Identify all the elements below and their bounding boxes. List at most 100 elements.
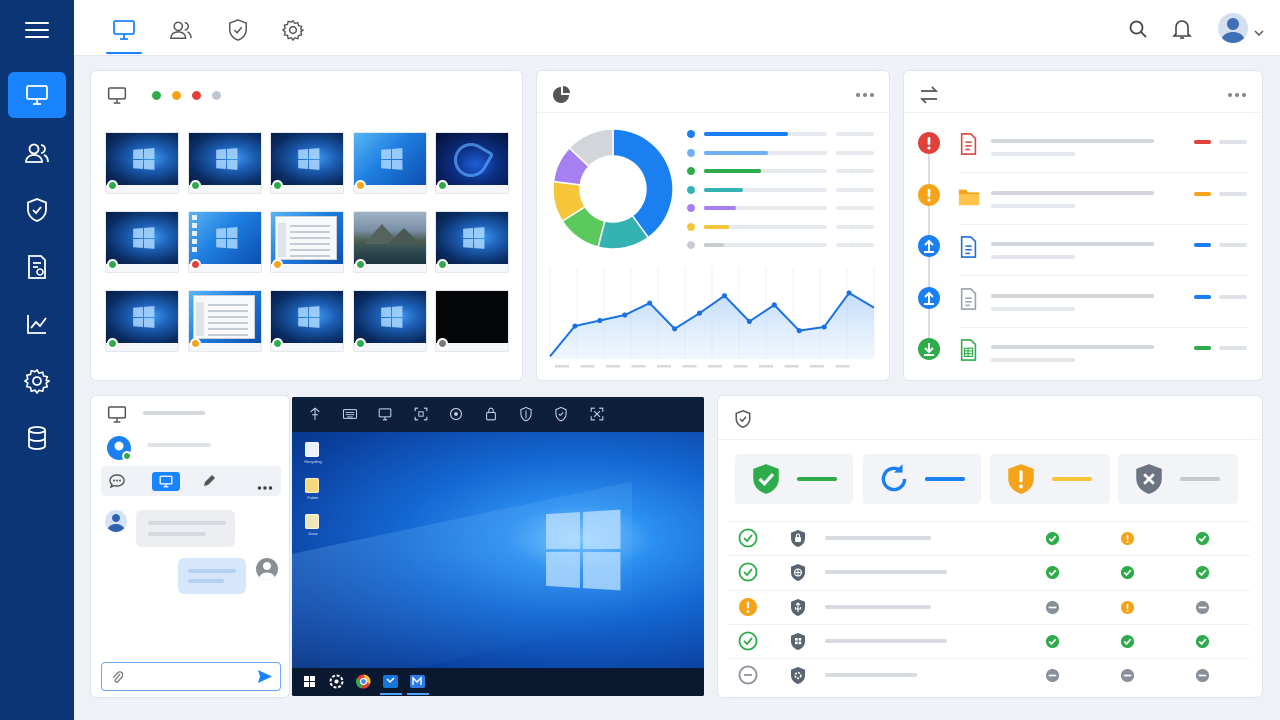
security-stat-card[interactable] <box>1117 454 1238 504</box>
screen-thumbnail[interactable] <box>187 290 262 352</box>
security-row[interactable] <box>718 658 1262 692</box>
file-row <box>290 231 330 233</box>
user-avatar-icon[interactable] <box>1218 13 1248 43</box>
windows-logo <box>133 306 155 328</box>
tab-screen[interactable] <box>152 472 180 491</box>
screen-thumbnail[interactable] <box>105 290 179 352</box>
chat-tab-bar <box>101 466 281 496</box>
chevron-down-icon[interactable] <box>1254 24 1264 37</box>
taskbar-active-indicator <box>380 693 402 695</box>
toolbar-button[interactable] <box>445 403 467 425</box>
taskbar-item[interactable] <box>328 673 346 691</box>
send-icon[interactable] <box>257 669 273 684</box>
screen-thumbnail[interactable] <box>105 132 179 194</box>
sidebar-item-database[interactable] <box>8 415 66 461</box>
security-row[interactable] <box>718 589 1262 624</box>
screen-thumbnail[interactable] <box>270 132 344 194</box>
status-dot-online <box>354 259 366 270</box>
more-horizontal-icon[interactable] <box>1227 92 1247 98</box>
desktop-shortcut-label: Recycling <box>304 459 322 464</box>
transfer-item[interactable] <box>904 232 1262 278</box>
toolbar-button[interactable] <box>410 403 432 425</box>
screen-thumbnail[interactable] <box>105 211 179 273</box>
remote-desktop-viewer[interactable]: Recycling Folder Docs <box>292 397 704 696</box>
toolbar-button[interactable] <box>304 403 326 425</box>
tab-users[interactable] <box>159 8 203 52</box>
sidebar-item-settings[interactable] <box>8 358 66 404</box>
security-row[interactable] <box>718 521 1262 555</box>
screen-thumbnail[interactable] <box>435 132 509 194</box>
screen-thumbnail[interactable] <box>187 211 262 273</box>
remote-desktop-screen[interactable]: Recycling Folder Docs <box>292 432 704 668</box>
data-point[interactable] <box>696 310 703 316</box>
bell-icon[interactable] <box>1172 18 1192 40</box>
screen-thumbnail[interactable] <box>435 290 509 352</box>
toolbar-button[interactable] <box>480 403 502 425</box>
screen-thumbnail[interactable] <box>435 211 509 273</box>
screen-thumbnail[interactable] <box>270 290 344 352</box>
title-placeholder <box>143 411 205 415</box>
sidebar-item-reports[interactable] <box>8 244 66 290</box>
tick-label-placeholder <box>784 365 799 368</box>
data-point[interactable] <box>622 312 628 318</box>
transfer-item[interactable] <box>904 335 1262 380</box>
search-icon[interactable] <box>1128 19 1148 39</box>
data-point[interactable] <box>846 290 852 296</box>
screen-thumbnail[interactable] <box>270 211 344 273</box>
taskbar-item[interactable] <box>355 673 373 691</box>
toolbar-button[interactable] <box>339 403 361 425</box>
security-row[interactable] <box>718 555 1262 589</box>
screen-thumbnail[interactable] <box>352 290 427 352</box>
taskbar-item[interactable] <box>380 673 402 695</box>
desktop-shortcut[interactable]: Folder <box>302 478 324 512</box>
message-input[interactable] <box>101 662 281 691</box>
recycle-bin-icon <box>305 442 319 457</box>
security-row[interactable] <box>718 623 1262 658</box>
transfer-item[interactable] <box>904 181 1262 227</box>
data-point[interactable] <box>721 293 728 299</box>
windows-logo <box>463 227 485 249</box>
data-point[interactable] <box>647 300 653 306</box>
sidebar-item-security[interactable] <box>8 187 66 233</box>
desktop-icon <box>191 231 197 236</box>
transfer-item[interactable] <box>904 284 1262 330</box>
desktop-shortcut[interactable]: Docs <box>302 514 324 548</box>
data-point[interactable] <box>796 328 802 334</box>
sidebar-item-users[interactable] <box>8 130 66 176</box>
status-dot-neutral <box>212 91 221 100</box>
data-point[interactable] <box>572 323 578 329</box>
tab-security[interactable] <box>216 8 260 52</box>
taskbar-item[interactable] <box>301 673 319 691</box>
desktop-shortcut[interactable]: Recycling <box>302 442 324 476</box>
hamburger-menu-icon[interactable] <box>25 20 49 40</box>
transfer-item[interactable] <box>904 129 1262 175</box>
tab-monitoring[interactable] <box>102 8 146 54</box>
tick-label-placeholder <box>631 365 646 368</box>
more-horizontal-icon[interactable] <box>855 92 875 98</box>
sidebar-item-analytics[interactable] <box>8 301 66 347</box>
toolbar-button[interactable] <box>374 403 396 425</box>
status-ok-icon <box>1195 566 1210 580</box>
screen-thumbnail[interactable] <box>352 132 427 194</box>
paperclip-icon[interactable] <box>111 669 123 685</box>
data-point[interactable] <box>746 318 752 325</box>
security-stat-card[interactable] <box>735 454 853 504</box>
tab-chat[interactable] <box>109 474 125 489</box>
tab-more[interactable] <box>257 478 273 490</box>
tab-settings[interactable] <box>271 8 315 52</box>
security-stat-card[interactable] <box>862 454 981 504</box>
data-point[interactable] <box>597 317 603 324</box>
toolbar-button[interactable] <box>515 403 537 425</box>
screen-preview <box>106 212 178 264</box>
data-point[interactable] <box>821 324 827 330</box>
security-stat-card[interactable] <box>990 454 1110 504</box>
taskbar-item[interactable] <box>407 673 429 695</box>
data-point[interactable] <box>672 326 678 332</box>
screen-thumbnail[interactable] <box>187 132 262 194</box>
screen-thumbnail[interactable] <box>352 211 427 273</box>
sidebar-item-monitoring[interactable] <box>8 72 66 118</box>
data-point[interactable] <box>771 302 777 308</box>
tab-draw[interactable] <box>202 474 216 488</box>
toolbar-button[interactable] <box>586 403 608 425</box>
toolbar-button[interactable] <box>550 403 572 425</box>
